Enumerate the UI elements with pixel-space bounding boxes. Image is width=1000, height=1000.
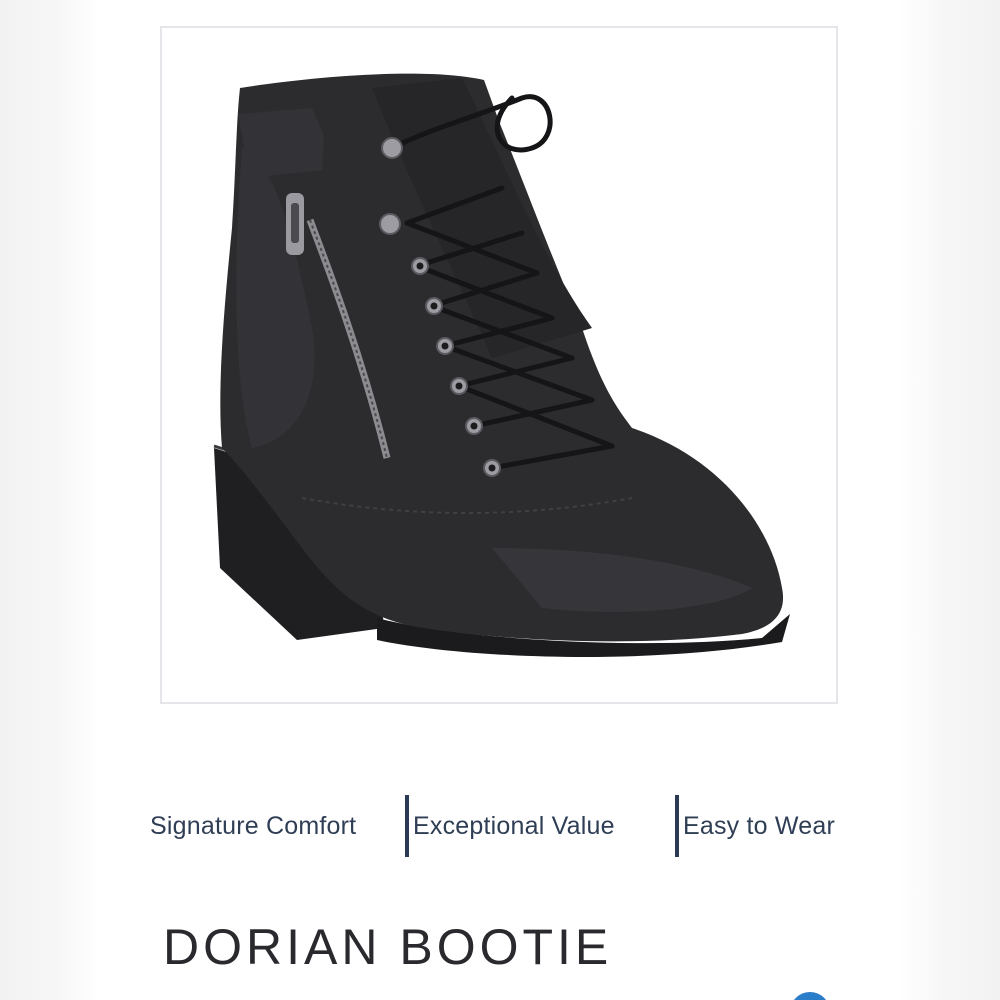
right-gutter bbox=[900, 0, 1000, 1000]
feature-strip: Signature Comfort Exceptional Value Easy… bbox=[150, 795, 850, 857]
circle-badge-icon[interactable] bbox=[790, 992, 830, 1000]
feature-exceptional-value: Exceptional Value bbox=[413, 811, 615, 840]
boot-image bbox=[213, 73, 790, 657]
feature-signature-comfort: Signature Comfort bbox=[150, 811, 357, 840]
product-page: Signature Comfort Exceptional Value Easy… bbox=[0, 0, 1000, 1000]
left-gutter bbox=[0, 0, 100, 1000]
product-image[interactable] bbox=[160, 26, 838, 704]
product-title: DORIAN BOOTIE bbox=[163, 919, 613, 975]
feature-easy-to-wear: Easy to Wear bbox=[683, 811, 835, 840]
